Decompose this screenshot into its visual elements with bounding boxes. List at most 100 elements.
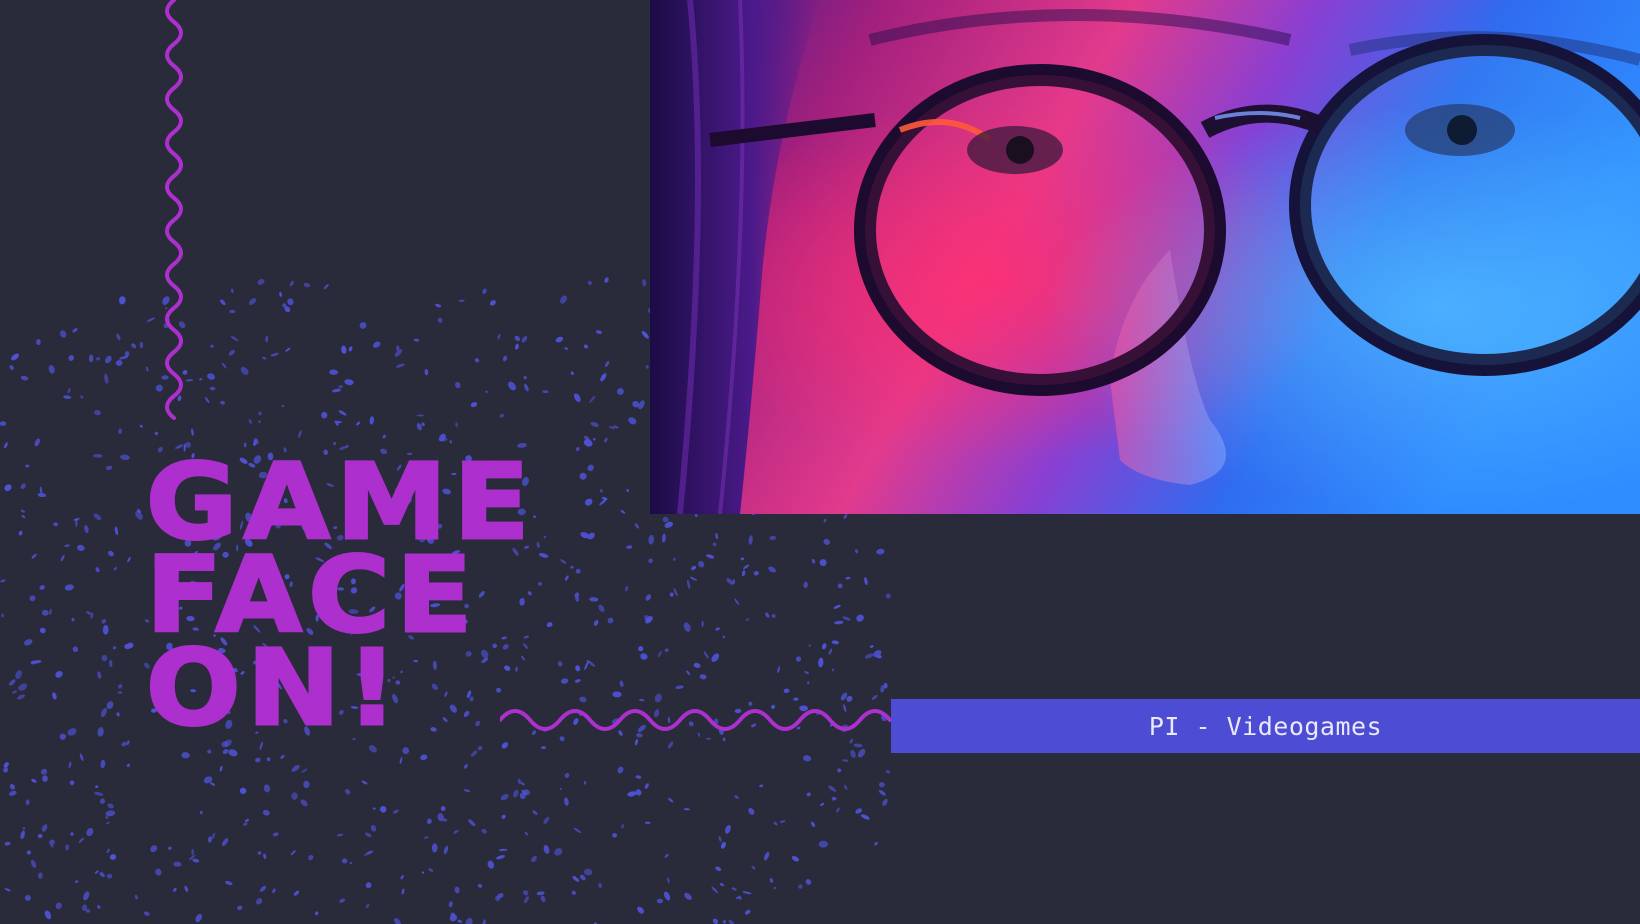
speckle-dot <box>272 888 276 894</box>
speckle-dot <box>501 814 506 819</box>
speckle-dot <box>401 888 405 895</box>
speckle-dot <box>477 884 483 888</box>
speckle-dot <box>536 541 540 548</box>
speckle-dot <box>63 395 72 399</box>
speckle-dot <box>860 814 870 820</box>
speckle-dot <box>482 288 487 295</box>
speckle-dot <box>449 914 458 922</box>
speckle-dot <box>490 300 496 306</box>
speckle-dot <box>323 283 329 290</box>
speckle-dot <box>120 454 130 461</box>
speckle-dot <box>55 670 63 678</box>
speckle-dot <box>49 608 52 615</box>
speckle-dot <box>820 802 825 806</box>
speckle-dot <box>593 620 599 626</box>
speckle-dot <box>359 322 367 329</box>
speckle-dot <box>150 845 158 853</box>
speckle-dot <box>524 383 529 392</box>
speckle-dot <box>522 890 529 896</box>
speckle-dot <box>72 646 79 652</box>
speckle-dot <box>664 648 669 652</box>
speckle-dot <box>686 670 691 676</box>
speckle-dot <box>115 360 123 366</box>
speckle-dot <box>139 341 144 349</box>
speckle-dot <box>837 768 842 773</box>
speckle-dot <box>431 843 438 853</box>
speckle-dot <box>421 871 425 874</box>
speckle-dot <box>64 584 74 591</box>
speckle-dot <box>77 544 85 551</box>
speckle-dot <box>303 282 311 288</box>
speckle-dot <box>595 330 602 335</box>
speckle-dot <box>248 419 252 424</box>
speckle-dot <box>463 789 471 793</box>
speckle-dot <box>487 860 495 869</box>
speckle-dot <box>689 576 698 581</box>
speckle-dot <box>116 712 120 717</box>
speckle-dot <box>290 850 296 856</box>
speckle-dot <box>683 808 690 811</box>
speckle-dot <box>72 328 78 333</box>
speckle-dot <box>228 350 236 356</box>
speckle-dot <box>336 833 344 837</box>
speckle-dot <box>734 795 739 799</box>
speckle-dot <box>31 553 37 559</box>
speckle-dot <box>843 784 848 791</box>
speckle-dot <box>118 684 123 689</box>
slide-canvas: GAME FACE ON! PI - Videogames <box>0 0 1640 924</box>
speckle-dot <box>691 565 697 571</box>
speckle-dot <box>285 347 291 352</box>
speckle-dot <box>748 535 753 545</box>
speckle-dot <box>598 882 602 889</box>
speckle-dot <box>100 708 107 718</box>
speckle-dot <box>94 791 104 796</box>
speckle-dot <box>262 809 270 816</box>
speckle-dot <box>546 622 553 628</box>
speckle-dot <box>291 792 298 800</box>
speckle-dot <box>20 483 26 489</box>
headline-title: GAME FACE ON! <box>144 449 536 742</box>
speckle-dot <box>745 618 750 621</box>
speckle-dot <box>759 784 764 788</box>
speckle-dot <box>248 298 257 305</box>
speckle-dot <box>220 299 226 306</box>
speckle-dot <box>0 579 6 583</box>
speckle-dot <box>843 514 848 519</box>
speckle-dot <box>855 549 858 554</box>
speckle-dot <box>370 824 377 832</box>
speckle-dot <box>145 366 149 372</box>
speckle-dot <box>52 692 57 700</box>
speckle-dot <box>68 761 72 769</box>
speckle-dot <box>88 354 94 363</box>
speckle-dot <box>698 561 705 568</box>
speckle-dot <box>564 575 569 581</box>
speckle-dot <box>600 373 607 382</box>
speckle-dot <box>4 888 11 892</box>
speckle-dot <box>856 614 864 622</box>
speckle-dot <box>37 872 43 879</box>
speckle-dot <box>715 866 722 872</box>
speckle-dot <box>627 791 637 797</box>
speckle-dot <box>25 464 30 468</box>
speckle-dot <box>791 855 799 862</box>
speckle-dot <box>833 604 841 609</box>
speckle-dot <box>715 627 720 631</box>
speckle-dot <box>555 336 564 343</box>
speckle-dot <box>575 447 580 452</box>
speckle-dot <box>620 509 626 514</box>
speckle-dot <box>97 905 101 909</box>
speckle-dot <box>399 756 403 765</box>
speckle-dot <box>9 784 15 790</box>
speckle-dot <box>118 296 126 305</box>
speckle-dot <box>99 872 105 878</box>
speckle-dot <box>279 291 282 297</box>
speckle-dot <box>204 397 210 404</box>
speckle-dot <box>828 785 837 792</box>
subtitle-text: PI - Videogames <box>1148 711 1383 741</box>
speckle-dot <box>642 279 647 287</box>
speckle-dot <box>344 379 354 386</box>
speckle-dot <box>243 822 248 826</box>
speckle-dot <box>99 798 106 804</box>
speckle-dot <box>20 509 26 513</box>
speckle-dot <box>95 785 99 789</box>
